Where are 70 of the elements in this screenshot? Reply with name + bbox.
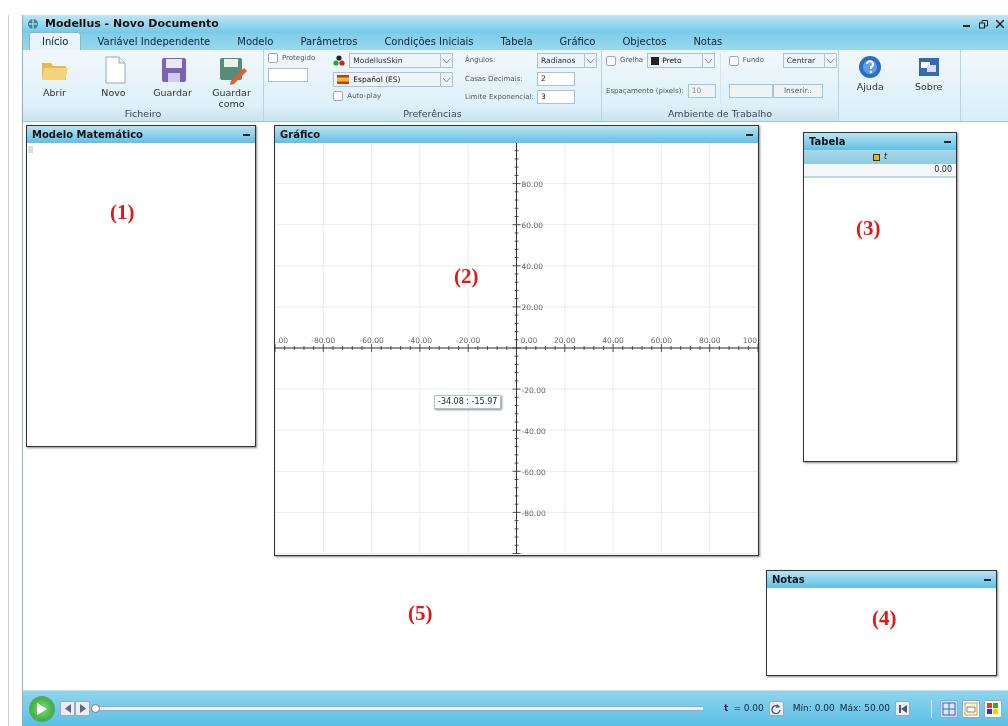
ribbon-tab[interactable]: Gráfico — [548, 33, 607, 50]
group-label: Ambiente de Trabalho — [602, 107, 838, 121]
ribbon-tab[interactable]: Modelo — [226, 33, 285, 50]
minimize-icon[interactable] — [746, 133, 753, 136]
book-icon — [964, 701, 978, 716]
split-view-icon — [942, 701, 956, 716]
back-button[interactable] — [60, 701, 75, 716]
group-label: Preferências — [264, 107, 601, 121]
close-icon[interactable] — [996, 20, 1004, 28]
callout-label: (2) — [454, 266, 479, 287]
callout-label: (1) — [110, 202, 135, 223]
restore-icon[interactable] — [979, 19, 988, 29]
group-label: Ficheiro — [23, 107, 263, 121]
variable-icon — [872, 153, 880, 161]
ribbon-tab[interactable]: Tabela — [489, 33, 544, 50]
view-button[interactable] — [984, 699, 1002, 718]
callout-label: (5) — [408, 603, 433, 624]
caret-icon — [826, 58, 834, 63]
reset-icon — [771, 703, 782, 714]
slider-thumb[interactable] — [91, 704, 100, 713]
callout-label: (4) — [872, 608, 897, 629]
checkbox[interactable] — [728, 55, 739, 66]
play-button[interactable] — [29, 695, 55, 722]
file-field[interactable] — [728, 84, 773, 98]
color-dots-icon — [333, 55, 346, 66]
ribbon-tab[interactable]: Parâmetros — [289, 33, 369, 50]
min-value: Mín: 0.00 — [792, 701, 835, 715]
minimize-icon[interactable] — [243, 133, 250, 136]
toolbar-button[interactable]: Novo — [86, 53, 141, 104]
minimize-icon[interactable] — [984, 578, 991, 581]
window-title: Modellus - Novo Documento — [45, 15, 219, 32]
panel-title: Modelo Matemático — [32, 128, 143, 142]
checkbox[interactable] — [606, 55, 616, 66]
windows-icon — [916, 55, 941, 79]
ribbon-tab[interactable]: Notas — [682, 33, 734, 50]
play-icon — [37, 702, 47, 715]
table-cell: 0.00 — [804, 164, 956, 178]
checkbox[interactable] — [268, 53, 278, 64]
flag-icon — [337, 75, 350, 84]
toolbar-button[interactable]: Guardar — [145, 53, 200, 104]
toolbar-button[interactable]: Sobre — [901, 53, 956, 118]
coordinate-tooltip: -34.08 : -15.97 — [434, 395, 502, 409]
time-label: t — [724, 701, 729, 715]
skip-start-button[interactable] — [895, 701, 910, 716]
ribbon-tab[interactable]: Variável Independente — [86, 33, 222, 50]
checkbox[interactable] — [333, 91, 344, 102]
toolbar-button[interactable]: Abrir — [27, 53, 82, 104]
caret-icon — [443, 58, 450, 63]
skip-start-icon — [898, 704, 907, 713]
caret-icon — [705, 58, 713, 63]
app-icon — [27, 18, 39, 30]
max-value: Máx: 50.00 — [839, 701, 890, 715]
help-icon — [858, 55, 883, 79]
forward-button[interactable] — [75, 701, 90, 716]
ribbon-tab[interactable]: Objectos — [611, 33, 678, 50]
ribbon-tab[interactable]: Condições Iniciais — [373, 33, 485, 50]
callout-label: (3) — [856, 218, 881, 239]
ribbon-tab[interactable]: Início — [29, 32, 82, 50]
panel-title: Gráfico — [280, 128, 321, 142]
grid-view-icon — [986, 701, 1000, 716]
time-value: = 0.00 — [733, 701, 764, 715]
minimize-icon[interactable] — [944, 140, 951, 143]
caret-icon — [587, 58, 594, 63]
password-field[interactable] — [268, 67, 308, 82]
panel-title: Tabela — [809, 135, 846, 149]
toolbar-button[interactable]: Ajuda — [843, 53, 898, 118]
caret-icon — [443, 77, 450, 82]
reset-button[interactable] — [768, 701, 784, 716]
panel-title: Notas — [772, 573, 805, 587]
column-label: t — [883, 151, 888, 163]
